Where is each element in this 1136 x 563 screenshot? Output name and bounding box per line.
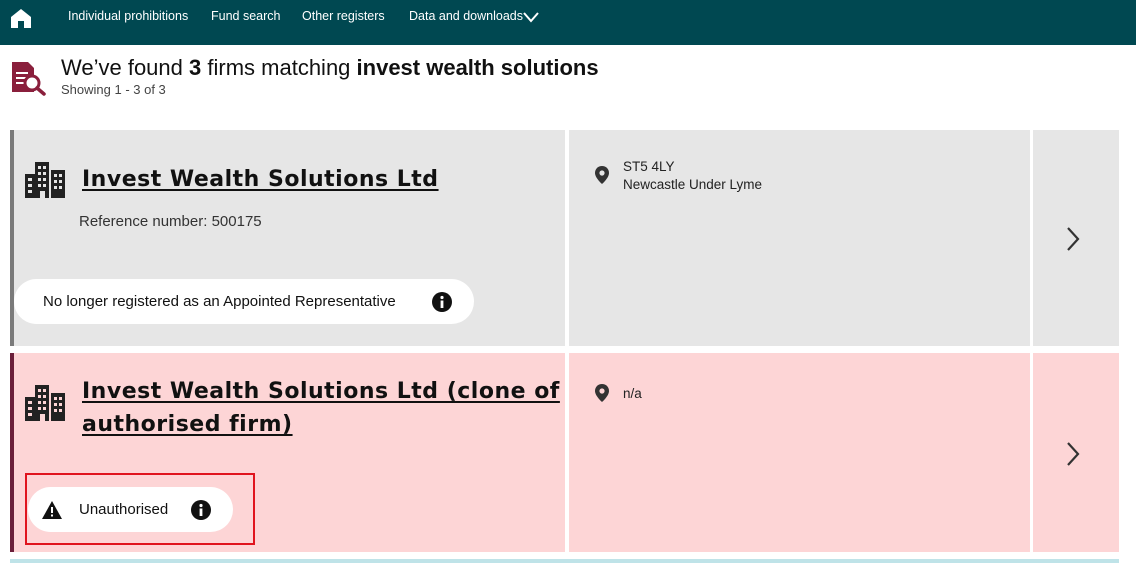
firm-name-link[interactable]: Invest Wealth Solutions Ltd (clone of aut… [82,375,560,441]
chevron-down-icon[interactable] [522,10,540,24]
chevron-right-icon[interactable] [1065,441,1081,467]
town: Newcastle Under Lyme [623,177,763,192]
status-text: No longer registered as an Appointed Rep… [43,293,396,310]
nav-data-and-downloads[interactable]: Data and downloads [409,9,523,23]
nav-individual-prohibitions[interactable]: Individual prohibitions [68,9,188,23]
nav-fund-search[interactable]: Fund search [211,9,280,23]
result-card[interactable]: Invest Wealth Solutions Ltd Reference nu… [10,130,1119,346]
firm-name-link[interactable]: Invest Wealth Solutions Ltd [82,163,439,196]
status-bar [10,130,14,346]
status-bar [10,353,14,552]
location-pin-icon [595,166,609,184]
next-result-card-edge [10,559,1119,563]
result-count: 3 [189,55,202,80]
results-range: Showing 1 - 3 of 3 [61,82,166,97]
home-icon[interactable] [10,7,32,29]
address: ST5 4LY Newcastle Under Lyme [623,158,762,194]
result-address-cell: n/a [569,353,1030,552]
info-icon[interactable] [432,292,452,312]
reference-number: Reference number: 500175 [79,213,262,230]
result-main-cell: Invest Wealth Solutions Ltd Reference nu… [10,130,565,346]
results-headline: We’ve found 3 firms matching invest weal… [61,55,599,80]
document-search-icon [12,62,46,96]
postcode: ST5 4LY [623,159,675,174]
result-open-cell[interactable] [1033,130,1119,346]
top-navigation: Individual prohibitions Fund search Othe… [0,0,1136,45]
result-address-cell: ST5 4LY Newcastle Under Lyme [569,130,1030,346]
location-pin-icon [595,384,609,402]
status-badge: No longer registered as an Appointed Rep… [14,279,474,324]
result-open-cell[interactable] [1033,353,1119,552]
building-icon [25,162,65,198]
search-query: invest wealth solutions [356,55,599,80]
nav-other-registers[interactable]: Other registers [302,9,385,23]
chevron-right-icon[interactable] [1065,226,1081,252]
building-icon [25,385,65,421]
highlight-box [25,473,255,545]
address: n/a [623,386,642,401]
